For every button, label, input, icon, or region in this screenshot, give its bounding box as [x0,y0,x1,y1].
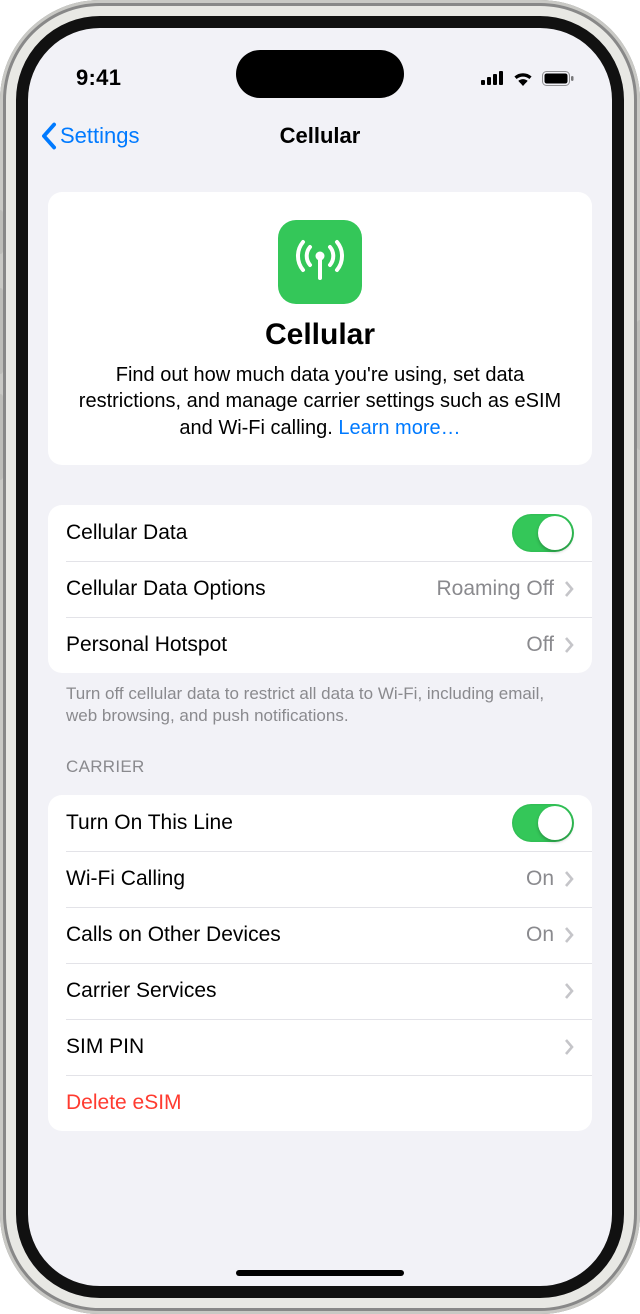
chevron-right-icon [564,870,574,888]
chevron-right-icon [564,926,574,944]
cellular-data-label: Cellular Data [66,521,187,545]
learn-more-link[interactable]: Learn more… [338,417,460,439]
delete-esim-label: Delete eSIM [66,1091,182,1115]
home-indicator[interactable] [236,1270,404,1276]
cellular-data-options-row[interactable]: Cellular Data Options Roaming Off [48,561,592,617]
cellular-hero-icon [278,220,362,304]
hero-description-text: Find out how much data you're using, set… [79,364,561,439]
wifi-icon [512,70,534,86]
turn-on-line-toggle[interactable] [512,804,574,842]
phone-frame: 9:41 Settings Cellular [0,0,640,1314]
carrier-services-row[interactable]: Carrier Services [48,963,592,1019]
carrier-services-label: Carrier Services [66,979,217,1003]
wifi-calling-row[interactable]: Wi-Fi Calling On [48,851,592,907]
calls-other-devices-label: Calls on Other Devices [66,923,281,947]
chevron-left-icon [40,122,58,150]
chevron-right-icon [564,580,574,598]
cellular-data-options-value: Roaming Off [437,577,555,601]
content-scroll[interactable]: Cellular Find out how much data you're u… [28,166,612,1286]
chevron-right-icon [564,982,574,1000]
volume-up-button [0,288,3,374]
calls-other-devices-row[interactable]: Calls on Other Devices On [48,907,592,963]
cellular-data-footer: Turn off cellular data to restrict all d… [48,673,592,727]
nav-bar: Settings Cellular [28,106,612,166]
carrier-group: Turn On This Line Wi-Fi Calling On Calls… [48,795,592,1131]
chevron-right-icon [564,1038,574,1056]
silence-switch [0,210,3,254]
wifi-calling-value: On [526,867,554,891]
status-icons [481,70,574,86]
sim-pin-label: SIM PIN [66,1035,144,1059]
hero-card: Cellular Find out how much data you're u… [48,192,592,465]
personal-hotspot-label: Personal Hotspot [66,633,227,657]
phone-screen: 9:41 Settings Cellular [16,16,624,1298]
chevron-right-icon [564,636,574,654]
back-label: Settings [60,123,140,149]
wifi-calling-label: Wi-Fi Calling [66,867,185,891]
cellular-data-toggle[interactable] [512,514,574,552]
page-title: Cellular [280,123,361,149]
sim-pin-row[interactable]: SIM PIN [48,1019,592,1075]
carrier-section-header: CARRIER [48,727,592,785]
delete-esim-row[interactable]: Delete eSIM [48,1075,592,1131]
personal-hotspot-value: Off [526,633,554,657]
antenna-icon [292,234,348,290]
dynamic-island [236,50,404,98]
turn-on-line-row: Turn On This Line [48,795,592,851]
volume-down-button [0,394,3,480]
hero-description: Find out how much data you're using, set… [70,362,570,441]
cellular-data-row: Cellular Data [48,505,592,561]
battery-icon [542,71,574,86]
cellular-data-options-label: Cellular Data Options [66,577,266,601]
personal-hotspot-row[interactable]: Personal Hotspot Off [48,617,592,673]
back-button[interactable]: Settings [40,122,140,150]
status-time: 9:41 [76,65,121,91]
cellular-signal-icon [481,71,504,85]
cellular-data-group: Cellular Data Cellular Data Options Roam… [48,505,592,673]
turn-on-line-label: Turn On This Line [66,811,233,835]
calls-other-devices-value: On [526,923,554,947]
hero-title: Cellular [70,318,570,352]
